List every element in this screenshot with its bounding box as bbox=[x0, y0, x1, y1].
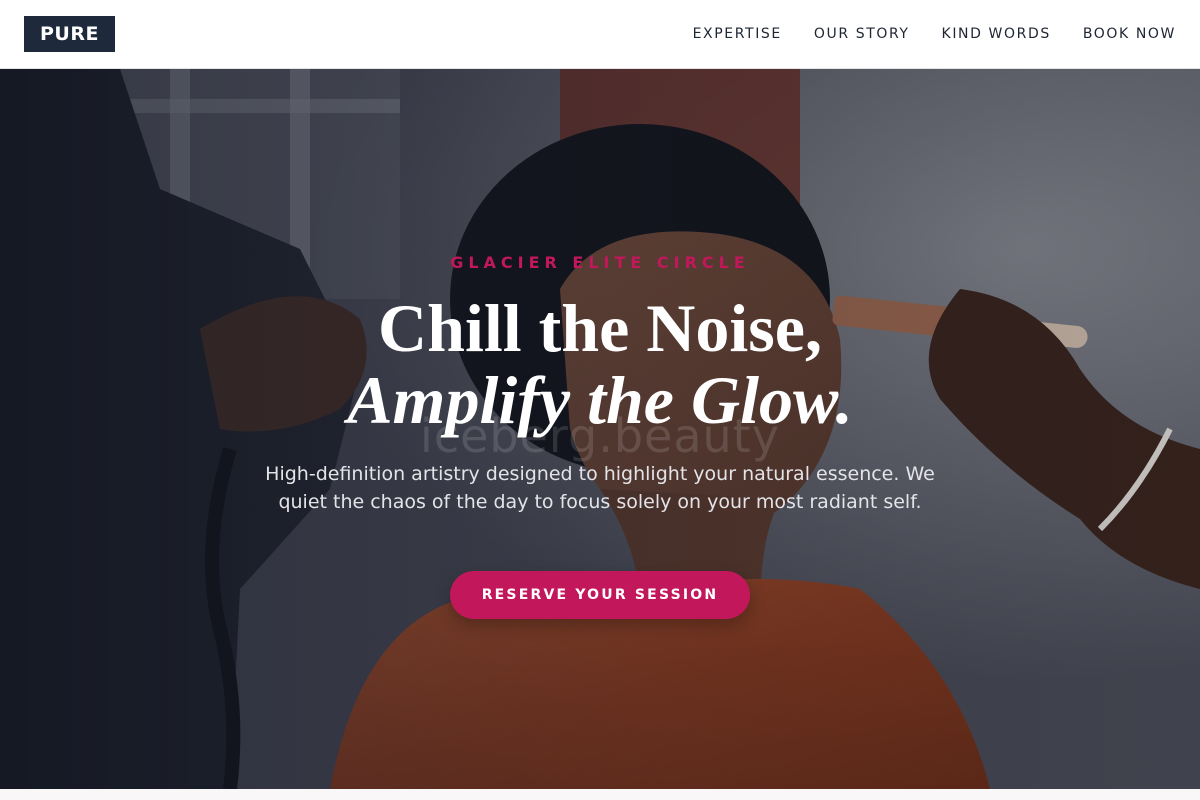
next-section-edge bbox=[0, 789, 1200, 800]
nav-link-expertise[interactable]: EXPERTISE bbox=[693, 26, 782, 42]
site-header: PURE EXPERTISE OUR STORY KIND WORDS BOOK… bbox=[0, 0, 1200, 69]
nav-link-our-story[interactable]: OUR STORY bbox=[814, 26, 910, 42]
brand-logo[interactable]: PURE bbox=[24, 16, 115, 52]
reserve-session-button[interactable]: RESERVE YOUR SESSION bbox=[450, 571, 750, 619]
hero-section: iceberg.beauty GLACIER ELITE CIRCLE Chil… bbox=[0, 69, 1200, 789]
hero-subtext: High-definition artistry designed to hig… bbox=[265, 463, 935, 513]
hero-headline-line-1: Chill the Noise, bbox=[378, 290, 822, 366]
nav-link-book-now[interactable]: BOOK NOW bbox=[1083, 26, 1176, 42]
main-nav: EXPERTISE OUR STORY KIND WORDS BOOK NOW bbox=[661, 26, 1176, 42]
nav-link-kind-words[interactable]: KIND WORDS bbox=[942, 26, 1051, 42]
hero-eyebrow: GLACIER ELITE CIRCLE bbox=[450, 253, 750, 272]
hero-headline-line-2: Amplify the Glow. bbox=[347, 362, 853, 438]
hero-content: iceberg.beauty GLACIER ELITE CIRCLE Chil… bbox=[0, 69, 1200, 789]
